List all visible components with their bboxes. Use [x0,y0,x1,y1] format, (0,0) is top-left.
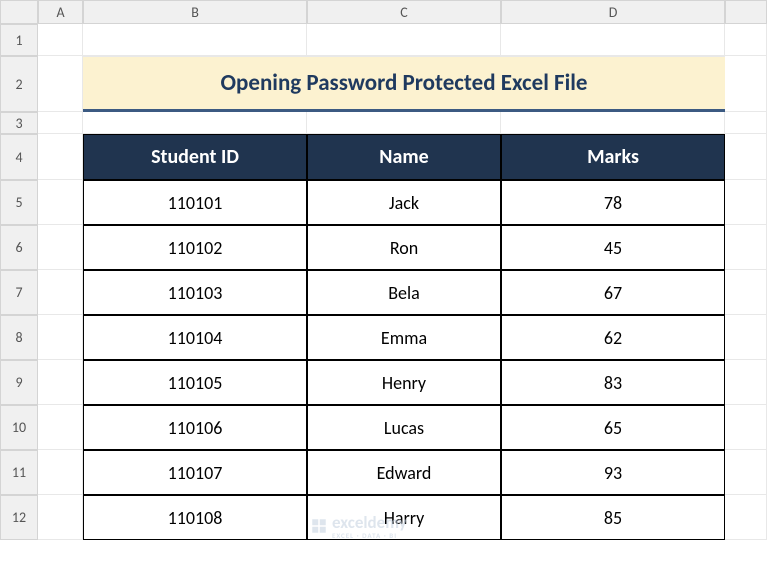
cell-e4[interactable] [725,134,767,180]
cell-d3[interactable] [501,112,725,134]
table-row[interactable]: 110104 [83,315,307,360]
cell-a2[interactable] [38,56,83,112]
cell-c3[interactable] [307,112,501,134]
table-row[interactable]: 93 [501,450,725,495]
header-name[interactable]: Name [307,134,501,180]
col-header-d[interactable]: D [501,0,725,24]
table-row[interactable]: Ron [307,225,501,270]
table-row[interactable]: 110103 [83,270,307,315]
col-header-a[interactable]: A [38,0,83,24]
cell-a1[interactable] [38,24,83,56]
row-header-3[interactable]: 3 [0,112,38,134]
cell-e6[interactable] [725,225,767,270]
row-header-11[interactable]: 11 [0,450,38,495]
spreadsheet-grid: A B C D 1 2 Opening Password Protected E… [0,0,767,540]
table-row[interactable]: 110108 [83,495,307,540]
row-header-5[interactable]: 5 [0,180,38,225]
table-row[interactable]: 110101 [83,180,307,225]
row-header-2[interactable]: 2 [0,56,38,112]
row-header-6[interactable]: 6 [0,225,38,270]
col-header-extra[interactable] [725,0,767,24]
table-row[interactable]: Edward [307,450,501,495]
cell-e12[interactable] [725,495,767,540]
col-header-b[interactable]: B [83,0,307,24]
cell-e3[interactable] [725,112,767,134]
row-header-12[interactable]: 12 [0,495,38,540]
header-student-id[interactable]: Student ID [83,134,307,180]
select-all-corner[interactable] [0,0,38,24]
table-row[interactable]: 67 [501,270,725,315]
title-cell[interactable]: Opening Password Protected Excel File [83,56,725,112]
cell-a7[interactable] [38,270,83,315]
row-header-4[interactable]: 4 [0,134,38,180]
table-row[interactable]: Lucas [307,405,501,450]
row-header-7[interactable]: 7 [0,270,38,315]
table-row[interactable]: 83 [501,360,725,405]
cell-a12[interactable] [38,495,83,540]
table-row[interactable]: Emma [307,315,501,360]
cell-e2[interactable] [725,56,767,112]
table-row[interactable]: 62 [501,315,725,360]
cell-e10[interactable] [725,405,767,450]
table-row[interactable]: 110107 [83,450,307,495]
cell-a5[interactable] [38,180,83,225]
cell-d1[interactable] [501,24,725,56]
row-header-10[interactable]: 10 [0,405,38,450]
row-header-1[interactable]: 1 [0,24,38,56]
cell-e1[interactable] [725,24,767,56]
table-row[interactable]: Harry [307,495,501,540]
cell-c1[interactable] [307,24,501,56]
cell-b3[interactable] [83,112,307,134]
row-header-8[interactable]: 8 [0,315,38,360]
cell-a3[interactable] [38,112,83,134]
cell-e8[interactable] [725,315,767,360]
table-row[interactable]: 65 [501,405,725,450]
cell-e9[interactable] [725,360,767,405]
cell-a9[interactable] [38,360,83,405]
cell-e5[interactable] [725,180,767,225]
table-row[interactable]: Jack [307,180,501,225]
cell-a8[interactable] [38,315,83,360]
table-row[interactable]: 110106 [83,405,307,450]
row-header-9[interactable]: 9 [0,360,38,405]
table-row[interactable]: 110105 [83,360,307,405]
table-row[interactable]: 110102 [83,225,307,270]
table-row[interactable]: 78 [501,180,725,225]
table-row[interactable]: 45 [501,225,725,270]
cell-a10[interactable] [38,405,83,450]
col-header-c[interactable]: C [307,0,501,24]
cell-a4[interactable] [38,134,83,180]
cell-a6[interactable] [38,225,83,270]
header-marks[interactable]: Marks [501,134,725,180]
table-row[interactable]: Henry [307,360,501,405]
table-row[interactable]: Bela [307,270,501,315]
cell-b1[interactable] [83,24,307,56]
cell-a11[interactable] [38,450,83,495]
cell-e7[interactable] [725,270,767,315]
table-row[interactable]: 85 [501,495,725,540]
cell-e11[interactable] [725,450,767,495]
